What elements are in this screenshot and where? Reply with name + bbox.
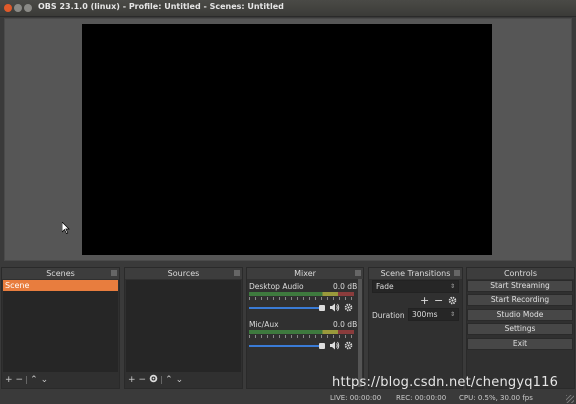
- mic-aux-label: Mic/Aux: [249, 320, 279, 329]
- mic-aux-slider-handle[interactable]: [319, 343, 325, 349]
- move-source-down-button[interactable]: ⌄: [176, 375, 184, 385]
- chevron-updown-icon: ⇕: [449, 283, 455, 290]
- duration-label: Duration: [372, 311, 405, 320]
- toolbar-separator: [161, 376, 163, 384]
- window-title: OBS 23.1.0 (linux) - Profile: Untitled -…: [38, 2, 284, 11]
- source-properties-gear-icon[interactable]: [149, 374, 158, 386]
- desktop-audio-gear-icon[interactable]: [344, 303, 353, 312]
- add-transition-button[interactable]: +: [420, 294, 429, 307]
- move-source-up-button[interactable]: ⌃: [165, 375, 173, 385]
- transition-properties-gear-icon[interactable]: [448, 296, 457, 305]
- sources-dock: Sources + − ⌃ ⌄: [124, 267, 243, 389]
- start-recording-button[interactable]: Start Recording: [467, 294, 573, 306]
- controls-header: Controls: [467, 268, 574, 279]
- desktop-audio-meter: [249, 292, 354, 296]
- mic-aux-meter: [249, 330, 354, 334]
- desktop-audio-db: 0.0 dB: [333, 282, 358, 291]
- mic-aux-ticks: [249, 335, 354, 338]
- scenes-dock: Scenes Scene + − ⌃ ⌄: [1, 267, 120, 389]
- mic-aux-speaker-icon[interactable]: [330, 341, 340, 350]
- sources-header: Sources: [125, 268, 242, 279]
- transition-select-value: Fade: [376, 282, 394, 291]
- start-streaming-button[interactable]: Start Streaming: [467, 280, 573, 292]
- desktop-audio-label: Desktop Audio: [249, 282, 304, 291]
- remove-scene-button[interactable]: −: [16, 375, 24, 385]
- cpu-fps-status: CPU: 0.5%, 30.00 fps: [459, 394, 533, 402]
- settings-button[interactable]: Settings: [467, 323, 573, 335]
- toolbar-separator: [26, 376, 28, 384]
- scenes-header: Scenes: [2, 268, 119, 279]
- close-window-button[interactable]: [4, 4, 12, 12]
- resize-grip[interactable]: [566, 395, 574, 403]
- add-source-button[interactable]: +: [128, 375, 136, 385]
- live-timer: LIVE: 00:00:00: [330, 394, 382, 402]
- move-scene-up-button[interactable]: ⌃: [30, 375, 38, 385]
- studio-mode-button[interactable]: Studio Mode: [467, 309, 573, 321]
- mixer-scrollbar[interactable]: [358, 279, 362, 387]
- duration-spinbox[interactable]: 300ms ⇕: [408, 308, 459, 321]
- transition-select[interactable]: Fade ⇕: [372, 280, 459, 293]
- mixer-header: Mixer: [247, 268, 363, 279]
- minimize-window-button[interactable]: [14, 4, 22, 12]
- desktop-audio-volume-slider[interactable]: [249, 307, 321, 309]
- mic-aux-volume-slider[interactable]: [249, 345, 321, 347]
- remove-transition-button[interactable]: −: [434, 294, 443, 307]
- scenes-list[interactable]: Scene: [3, 280, 118, 372]
- spin-arrows-icon: ⇕: [449, 311, 455, 318]
- undock-icon[interactable]: [355, 270, 361, 276]
- move-scene-down-button[interactable]: ⌄: [41, 375, 49, 385]
- duration-value: 300ms: [412, 310, 438, 319]
- mic-aux-gear-icon[interactable]: [344, 341, 353, 350]
- undock-icon[interactable]: [111, 270, 117, 276]
- remove-source-button[interactable]: −: [139, 375, 147, 385]
- preview-canvas[interactable]: [82, 24, 492, 255]
- desktop-audio-speaker-icon[interactable]: [330, 303, 340, 312]
- undock-icon[interactable]: [454, 270, 460, 276]
- watermark-text: https://blog.csdn.net/chengyq116: [332, 375, 559, 390]
- desktop-audio-slider-handle[interactable]: [319, 305, 325, 311]
- maximize-window-button[interactable]: [24, 4, 32, 12]
- sources-list[interactable]: [126, 280, 241, 372]
- mouse-cursor-icon: [62, 222, 70, 234]
- exit-button[interactable]: Exit: [467, 338, 573, 350]
- scene-list-item[interactable]: Scene: [3, 280, 118, 291]
- desktop-audio-ticks: [249, 297, 354, 300]
- add-scene-button[interactable]: +: [5, 375, 13, 385]
- scene-transitions-header: Scene Transitions: [369, 268, 462, 279]
- undock-icon[interactable]: [234, 270, 240, 276]
- rec-timer: REC: 00:00:00: [396, 394, 447, 402]
- mic-aux-db: 0.0 dB: [333, 320, 358, 329]
